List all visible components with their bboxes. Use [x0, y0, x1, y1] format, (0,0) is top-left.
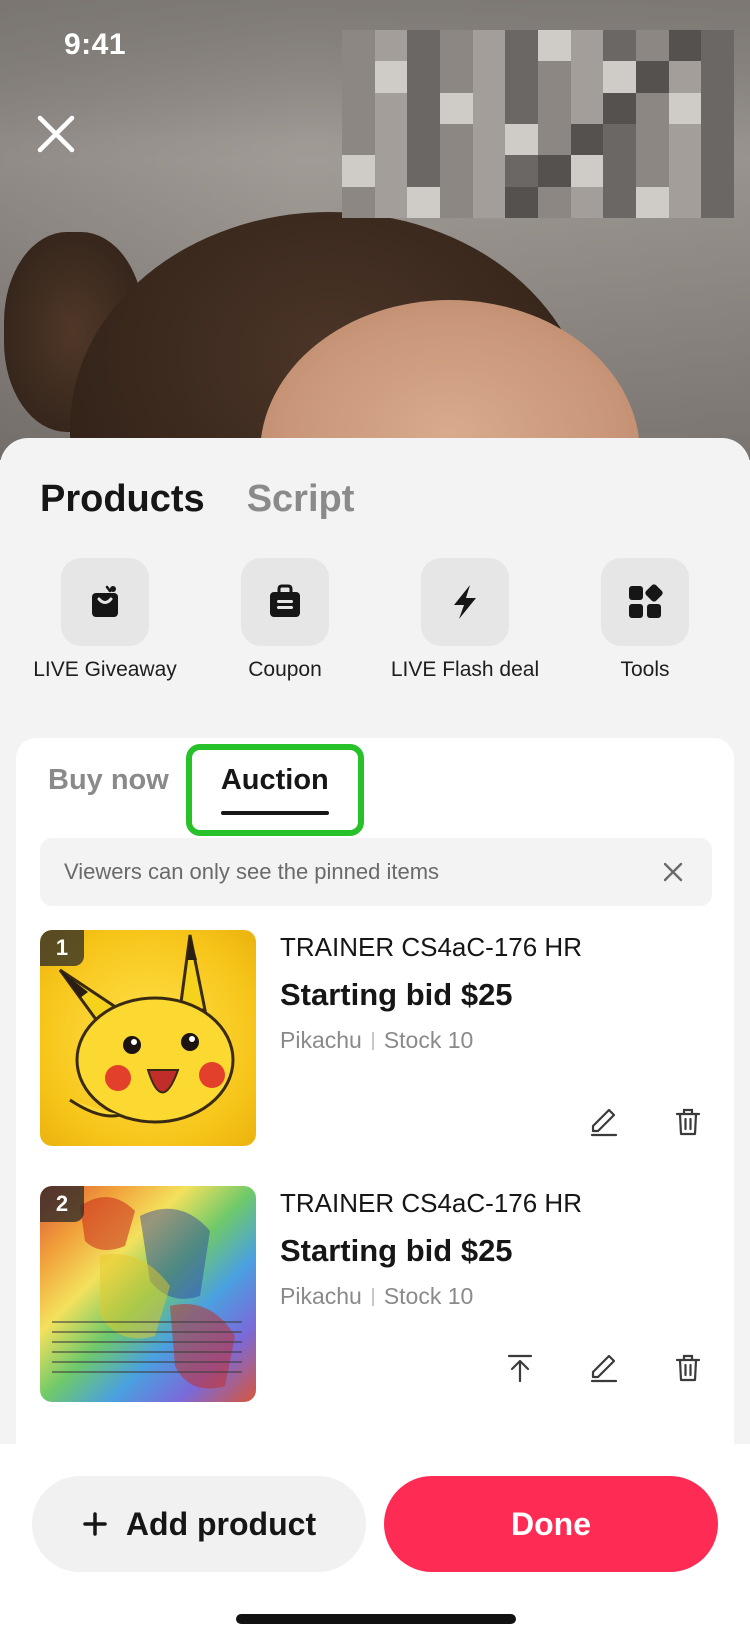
grid-tools-icon	[629, 584, 663, 618]
giveaway-bag-icon	[92, 585, 118, 617]
product-actions	[588, 1106, 704, 1138]
product-stock: Stock 10	[383, 1027, 474, 1053]
product-item[interactable]: 2 TRAINER CS4aC-176 HR Starting bid $25 …	[40, 1186, 712, 1402]
tab-products[interactable]: Products	[40, 478, 205, 521]
product-stock: Stock 10	[383, 1283, 474, 1309]
pin-to-top-icon	[507, 1354, 533, 1383]
tool-tools[interactable]: Tools	[555, 558, 735, 684]
close-button[interactable]	[32, 110, 80, 158]
product-index: 2	[40, 1186, 84, 1222]
coupon-icon	[270, 584, 300, 617]
plus-icon	[83, 1512, 107, 1536]
tool-icon-box	[601, 558, 689, 646]
lightning-icon	[454, 585, 476, 619]
add-product-button[interactable]: Add product	[32, 1476, 366, 1572]
product-actions	[504, 1352, 704, 1384]
product-name: TRAINER CS4aC-176 HR	[280, 932, 582, 962]
tool-label: Coupon	[248, 658, 322, 681]
live-tools-row: LIVE Giveaway Coupon LIVE Flash deal Too…	[15, 558, 735, 684]
close-icon	[663, 862, 683, 882]
edit-button[interactable]	[588, 1352, 620, 1384]
product-meta: Pikachu Stock 10	[280, 1283, 582, 1310]
done-label: Done	[511, 1505, 591, 1542]
close-icon	[37, 115, 75, 153]
tool-icon-box	[61, 558, 149, 646]
tool-live-giveaway[interactable]: LIVE Giveaway	[15, 558, 195, 684]
delete-button[interactable]	[672, 1352, 704, 1384]
product-info: TRAINER CS4aC-176 HR Starting bid $25 Pi…	[280, 930, 582, 1054]
tab-auction[interactable]: Auction	[220, 764, 329, 815]
notice-close-button[interactable]	[658, 857, 688, 887]
tool-label: LIVE Flash deal	[390, 658, 540, 681]
tool-icon-box	[241, 558, 329, 646]
bottom-action-bar: Add product Done	[0, 1444, 750, 1642]
product-variant: Pikachu	[280, 1283, 362, 1309]
add-product-label: Add product	[125, 1505, 317, 1542]
sale-type-tabs: Buy now Auction	[48, 764, 329, 815]
tool-live-flash-deal[interactable]: LIVE Flash deal	[375, 558, 555, 684]
pixelated-overlay	[342, 30, 734, 218]
product-item[interactable]: 1 TRAINER CS4aC-176 HR Starting bid $25 …	[40, 930, 712, 1146]
product-thumbnail: 2	[40, 1186, 256, 1402]
pinned-items-notice: Viewers can only see the pinned items	[40, 838, 712, 906]
pencil-icon	[590, 1354, 618, 1383]
tool-label: Tools	[620, 658, 670, 681]
home-indicator	[236, 1614, 516, 1624]
meta-divider	[371, 1287, 374, 1306]
trash-icon	[675, 1354, 701, 1382]
card-text-lines	[52, 1321, 242, 1381]
product-index: 1	[40, 930, 84, 966]
tool-label: LIVE Giveaway	[33, 658, 177, 681]
sheet-tab-bar: Products Script	[40, 478, 354, 521]
trash-icon	[675, 1108, 701, 1136]
live-camera-preview	[0, 0, 750, 460]
product-name: TRAINER CS4aC-176 HR	[280, 1188, 582, 1218]
tool-icon-box	[421, 558, 509, 646]
product-info: TRAINER CS4aC-176 HR Starting bid $25 Pi…	[280, 1186, 582, 1310]
product-starting-bid: Starting bid $25	[280, 977, 513, 1012]
edit-button[interactable]	[588, 1106, 620, 1138]
tool-coupon[interactable]: Coupon	[195, 558, 375, 684]
delete-button[interactable]	[672, 1106, 704, 1138]
tab-buy-now[interactable]: Buy now	[48, 764, 169, 797]
meta-divider	[371, 1031, 374, 1050]
pin-to-top-button[interactable]	[504, 1352, 536, 1384]
status-bar-time: 9:41	[64, 28, 127, 61]
product-variant: Pikachu	[280, 1027, 362, 1053]
notice-text: Viewers can only see the pinned items	[64, 859, 440, 884]
product-meta: Pikachu Stock 10	[280, 1027, 582, 1054]
pencil-icon	[590, 1108, 618, 1137]
done-button[interactable]: Done	[384, 1476, 718, 1572]
product-starting-bid: Starting bid $25	[280, 1233, 513, 1268]
product-thumbnail: 1	[40, 930, 256, 1146]
tab-script[interactable]: Script	[247, 478, 355, 521]
product-list-panel: Buy now Auction Viewers can only see the…	[16, 738, 734, 1478]
